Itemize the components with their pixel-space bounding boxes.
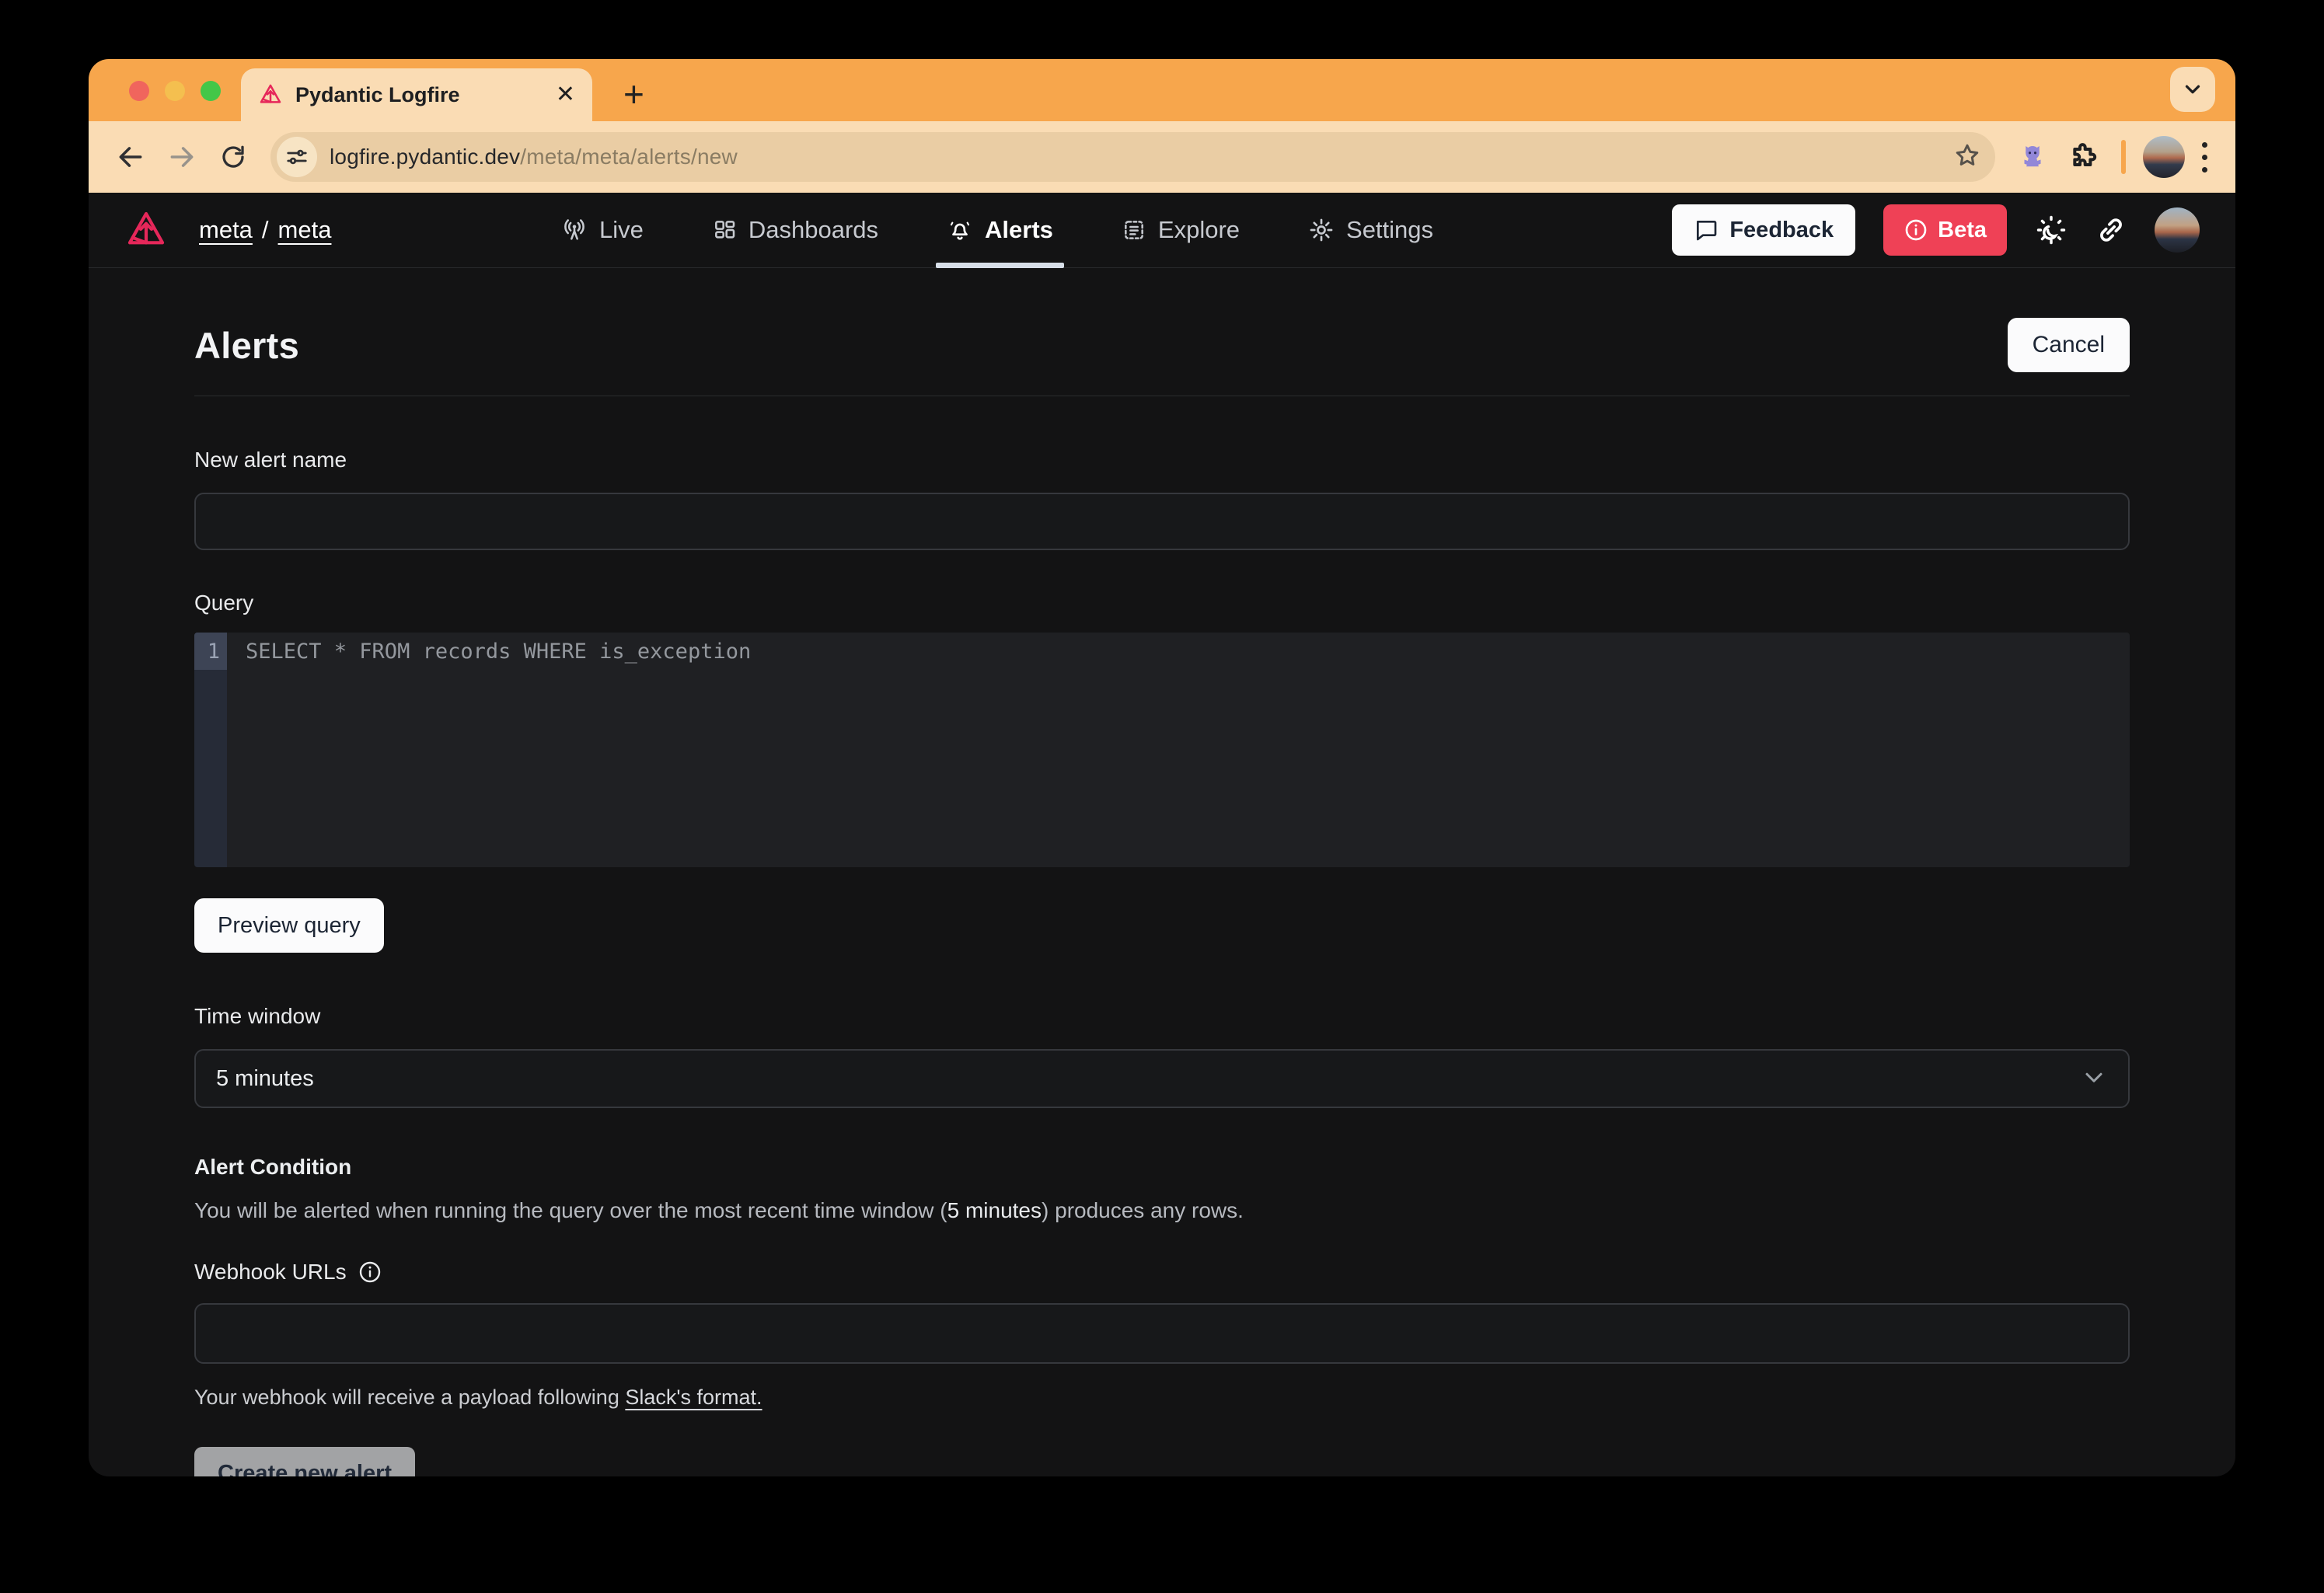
webhook-urls-label: Webhook URLs — [194, 1260, 2130, 1285]
link-icon — [2095, 214, 2127, 246]
breadcrumb-project-link[interactable]: meta — [278, 216, 332, 244]
alerts-page: Alerts Cancel New alert name Query 1 SEL… — [89, 318, 2235, 1476]
editor-code-area[interactable]: SELECT * FROM records WHERE is_exception — [227, 633, 2130, 867]
breadcrumb-org-link[interactable]: meta — [199, 216, 253, 244]
time-window-select[interactable]: 5 minutes — [194, 1049, 2130, 1108]
nav-tab-live[interactable]: Live — [561, 193, 644, 267]
browser-profile-avatar[interactable] — [2143, 136, 2185, 178]
nav-tab-explore[interactable]: Explore — [1122, 193, 1240, 267]
extension-cat-icon[interactable] — [2012, 137, 2053, 177]
beta-label: Beta — [1938, 218, 1987, 243]
webhook-urls-label-text: Webhook URLs — [194, 1260, 347, 1285]
alert-condition-title: Alert Condition — [194, 1155, 2130, 1180]
close-window-button[interactable] — [129, 81, 149, 101]
nav-tab-settings[interactable]: Settings — [1308, 193, 1433, 267]
browser-menu-icon[interactable] — [2196, 142, 2214, 173]
condition-time-window-value: 5 minutes — [947, 1198, 1042, 1222]
explore-icon — [1122, 218, 1146, 242]
new-tab-button[interactable]: + — [623, 76, 644, 112]
info-circle-icon[interactable] — [358, 1260, 382, 1285]
tab-close-icon[interactable]: ✕ — [556, 83, 575, 106]
user-avatar[interactable] — [2155, 207, 2200, 253]
share-link-button[interactable] — [2095, 214, 2127, 246]
breadcrumb-separator: / — [262, 216, 269, 244]
sun-icon — [2035, 214, 2068, 246]
address-bar[interactable]: logfire.pydantic.dev/meta/meta/alerts/ne… — [270, 132, 1995, 182]
broadcast-icon — [561, 217, 588, 243]
chevron-down-icon — [2080, 1063, 2108, 1095]
line-number: 1 — [194, 633, 227, 670]
query-code-line: SELECT * FROM records WHERE is_exception — [246, 633, 2130, 670]
nav-tab-alerts[interactable]: Alerts — [947, 193, 1053, 267]
zoom-window-button[interactable] — [201, 81, 221, 101]
extensions-puzzle-icon[interactable] — [2064, 137, 2104, 177]
tab-search-button[interactable] — [2170, 67, 2215, 112]
toolbar-separator — [2121, 140, 2126, 174]
forward-button[interactable] — [162, 137, 202, 177]
webhook-urls-input[interactable] — [194, 1303, 2130, 1364]
cancel-button[interactable]: Cancel — [2008, 318, 2130, 372]
reload-button[interactable] — [213, 137, 253, 177]
url-host: logfire.pydantic.dev — [330, 145, 520, 169]
window-controls — [129, 81, 221, 101]
webhook-note-text: Your webhook will receive a payload foll… — [194, 1386, 625, 1409]
beta-badge[interactable]: Beta — [1883, 204, 2007, 256]
nav-tab-label: Alerts — [985, 216, 1053, 244]
url-text: logfire.pydantic.dev/meta/meta/alerts/ne… — [330, 145, 738, 169]
nav-tab-label: Live — [599, 216, 644, 244]
page-header: Alerts Cancel — [194, 318, 2130, 372]
alert-condition-text: You will be alerted when running the que… — [194, 1195, 2130, 1225]
chevron-down-icon — [2181, 78, 2204, 101]
nav-tab-dashboards[interactable]: Dashboards — [712, 193, 878, 267]
nav-tab-label: Dashboards — [748, 216, 878, 244]
query-editor[interactable]: 1 SELECT * FROM records WHERE is_excepti… — [194, 633, 2130, 867]
gear-icon — [1308, 217, 1335, 243]
dashboards-icon — [712, 218, 737, 242]
minimize-window-button[interactable] — [165, 81, 185, 101]
speech-bubble-icon — [1694, 218, 1719, 242]
site-settings-icon[interactable] — [277, 137, 317, 177]
breadcrumb: meta / meta — [199, 216, 331, 244]
webhook-note: Your webhook will receive a payload foll… — [194, 1386, 2130, 1410]
query-label: Query — [194, 591, 2130, 615]
url-path: /meta/meta/alerts/new — [520, 145, 738, 169]
feedback-button[interactable]: Feedback — [1672, 204, 1855, 256]
new-alert-name-label: New alert name — [194, 448, 2130, 472]
bell-icon — [947, 217, 973, 243]
app-nav-bar: meta / meta Live Dashboards Alerts — [89, 193, 2235, 268]
logfire-logo[interactable] — [124, 208, 168, 252]
tab-title: Pydantic Logfire — [295, 83, 543, 107]
info-circle-icon — [1904, 218, 1928, 242]
editor-gutter: 1 — [194, 633, 227, 867]
browser-tab-strip: Pydantic Logfire ✕ + — [89, 59, 2235, 121]
slack-format-link[interactable]: Slack's format. — [625, 1386, 762, 1409]
time-window-value: 5 minutes — [216, 1066, 314, 1092]
condition-text-after: ) produces any rows. — [1042, 1198, 1244, 1222]
theme-toggle-button[interactable] — [2035, 214, 2068, 246]
page-title: Alerts — [194, 324, 299, 367]
back-button[interactable] — [110, 137, 151, 177]
preview-query-button[interactable]: Preview query — [194, 898, 384, 953]
browser-window: Pydantic Logfire ✕ + logfir — [89, 59, 2235, 1476]
nav-tab-label: Settings — [1346, 216, 1433, 244]
logfire-favicon — [258, 82, 283, 107]
bookmark-star-icon[interactable] — [1953, 141, 1981, 173]
condition-text-before: You will be alerted when running the que… — [194, 1198, 947, 1222]
new-alert-name-input[interactable] — [194, 493, 2130, 550]
time-window-label: Time window — [194, 1004, 2130, 1029]
nav-tabs: Live Dashboards Alerts Explore Settings — [561, 193, 1433, 267]
browser-tab[interactable]: Pydantic Logfire ✕ — [241, 68, 592, 121]
browser-toolbar: logfire.pydantic.dev/meta/meta/alerts/ne… — [89, 121, 2235, 193]
nav-actions: Feedback Beta — [1672, 204, 2200, 256]
create-new-alert-button[interactable]: Create new alert — [194, 1447, 415, 1476]
nav-tab-label: Explore — [1158, 216, 1240, 244]
feedback-label: Feedback — [1729, 218, 1834, 243]
screenshot: Pydantic Logfire ✕ + logfir — [0, 0, 2324, 1593]
